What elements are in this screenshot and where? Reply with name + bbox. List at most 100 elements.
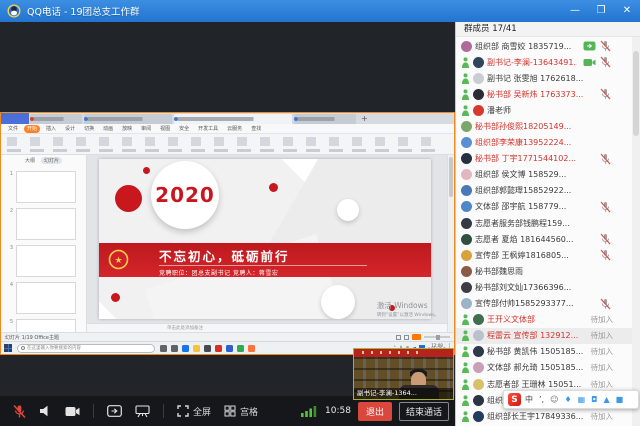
member-name: 组织部 侯文博 158529... (475, 169, 566, 180)
wps-ribbon-icons[interactable] (1, 134, 454, 155)
doc-tab-1[interactable] (84, 114, 172, 124)
member-row[interactable]: 秘书部孙俊熙18205149... (456, 118, 640, 134)
doc-tab-active[interactable] (174, 114, 292, 124)
member-row[interactable]: 组织部 商雪姣 1835719... (456, 38, 640, 54)
members-scrollbar[interactable] (632, 37, 640, 426)
sogou-ime-bar[interactable]: S 中 ’, ☺ ♦ ▦ ◘ ▲ ■ (503, 390, 639, 409)
notes-bar[interactable]: 单击此处添加备注 (87, 323, 447, 332)
ime-keyboard-icon[interactable]: ▦ (578, 393, 586, 406)
ribbon-tab[interactable]: 审阅 (138, 125, 154, 133)
wps-menu-button[interactable] (1, 113, 29, 124)
new-doc-tab-button[interactable]: + (361, 113, 368, 124)
maximize-button[interactable]: ❐ (588, 0, 614, 22)
firefox-icon[interactable] (248, 345, 255, 352)
ribbon-tab[interactable]: 放映 (119, 125, 135, 133)
view-normal-icon[interactable] (396, 335, 401, 340)
member-row[interactable]: 文体部 邵宇航 158779... (456, 199, 640, 215)
speaker-button[interactable] (40, 405, 52, 417)
member-row[interactable]: 秘书部 吴新炜 1763373... (456, 86, 640, 102)
ribbon-tab[interactable]: 设计 (62, 125, 78, 133)
search-icon (21, 346, 25, 350)
current-slide[interactable]: 2020 ★ 不忘初心，砥砺前行 竞聘职位：团总支副书记 竞聘人：蒋雪宏 (99, 159, 431, 319)
slide-thumbnail[interactable] (16, 319, 76, 332)
member-name: 志愿者 夏焰 181644560... (475, 234, 574, 245)
ribbon-tab[interactable]: 动画 (100, 125, 116, 133)
grid-view-button[interactable]: 宫格 (224, 405, 258, 418)
whiteboard-button[interactable] (135, 405, 150, 418)
fullscreen-button[interactable]: 全屏 (177, 405, 211, 418)
ime-skin-icon[interactable]: ▲ (604, 393, 610, 406)
slide-thumbnail[interactable] (16, 282, 76, 314)
member-row[interactable]: 副书记-李澜-13643491... (456, 54, 640, 70)
ribbon-tab[interactable]: 云服务 (224, 125, 245, 133)
sogou-logo-icon[interactable]: S (508, 393, 521, 406)
member-row[interactable]: 志愿者服务部钱鹏程159... (456, 215, 640, 231)
slide-counter: 幻灯片 1/19 Office主题 (5, 334, 59, 341)
member-row[interactable]: 宣传部付帅1585293377... (456, 296, 640, 312)
member-row[interactable]: 组织部郭懿璻15852922... (456, 183, 640, 199)
member-name: 秘书部 黄凯伟 1505185... (487, 346, 583, 357)
member-row[interactable]: 组织部长王宇17849336... 待加入 (456, 408, 640, 424)
doc-tab-docer[interactable] (30, 114, 82, 124)
ime-mic-icon[interactable]: ♦ (564, 393, 571, 406)
mail-icon[interactable] (226, 345, 233, 352)
screen-share-button[interactable] (107, 405, 122, 417)
person-status-icon (461, 89, 470, 100)
view-sorter-icon[interactable] (404, 335, 409, 340)
member-row[interactable]: 组织部 侯文博 158529... (456, 167, 640, 183)
ribbon-tab[interactable]: 插入 (43, 125, 59, 133)
member-name: 志愿者部 王珊林 15051... (487, 379, 581, 390)
slide-thumbnail[interactable] (16, 208, 76, 240)
tab-outline[interactable]: 大纲 (25, 157, 35, 164)
ribbon-tab[interactable]: 安全 (176, 125, 192, 133)
file-explorer-icon[interactable] (193, 345, 200, 352)
person-status-icon (461, 105, 470, 116)
ribbon-tab[interactable]: 开发工具 (195, 125, 221, 133)
task-view-icon[interactable] (171, 345, 178, 352)
member-row[interactable]: 秘书部魏思雨 (456, 263, 640, 279)
member-row[interactable]: 文体部 郝允琦 1505185... 待加入 (456, 360, 640, 376)
slide-thumbnail[interactable] (16, 171, 76, 203)
wechat-icon[interactable] (237, 345, 244, 352)
member-row[interactable]: 秘书部刘文灿17366396... (456, 279, 640, 295)
photos-icon[interactable] (215, 345, 222, 352)
camera-button[interactable] (65, 406, 80, 417)
zoom-slider[interactable] (424, 336, 450, 338)
close-button[interactable]: ✕ (614, 0, 640, 22)
ime-punctuation[interactable]: ’, (539, 393, 544, 406)
member-row[interactable]: 组织部李荣康13952224... (456, 135, 640, 151)
member-row[interactable]: 程雷云 宣传部 132912... 待加入 (456, 328, 640, 344)
ribbon-tab[interactable]: 开始 (24, 125, 40, 133)
start-button[interactable] (4, 344, 12, 352)
member-row[interactable]: 王开义文体部 待加入 (456, 312, 640, 328)
mic-muted-button[interactable] (12, 404, 27, 419)
tab-slides[interactable]: 幻灯片 (41, 157, 62, 164)
ime-emoji-icon[interactable]: ☺ (550, 393, 558, 406)
ribbon-tab[interactable]: 文件 (5, 125, 21, 133)
edge-icon[interactable] (182, 345, 189, 352)
member-row[interactable]: 潘老师 (456, 102, 640, 118)
ribbon-tab[interactable]: 查找 (248, 125, 264, 133)
doc-tab-2[interactable] (294, 114, 356, 124)
speaker-video-thumbnail[interactable]: 副书记-李澜-1364... (353, 348, 454, 400)
ime-mode-chinese[interactable]: 中 (525, 393, 533, 406)
exit-button[interactable]: 退出 (358, 402, 392, 421)
member-row[interactable]: 志愿者 夏焰 181644560... (456, 231, 640, 247)
taskbar-search-input[interactable]: 在这里输入你要搜索的内容 (17, 344, 155, 353)
member-row[interactable]: 秘书部 丁宇1771544102... (456, 151, 640, 167)
slideshow-play-button[interactable] (412, 334, 421, 340)
canvas-scrollbar[interactable] (447, 155, 454, 332)
settings-gear-icon[interactable] (160, 345, 167, 352)
minimize-button[interactable]: — (562, 0, 588, 22)
ribbon-tab[interactable]: 切换 (81, 125, 97, 133)
ime-toolbox-icon[interactable]: ■ (616, 393, 624, 406)
ime-person-icon[interactable]: ◘ (591, 393, 597, 406)
ribbon-tab[interactable]: 视图 (157, 125, 173, 133)
store-icon[interactable] (204, 345, 211, 352)
red-circle-decoration (115, 185, 142, 212)
member-row[interactable]: 秘书部 黄凯伟 1505185... 待加入 (456, 344, 640, 360)
slide-thumbnail[interactable] (16, 245, 76, 277)
end-call-button[interactable]: 结束通话 (399, 402, 449, 421)
member-row[interactable]: 副书记 张雯旭 1762618... (456, 70, 640, 86)
member-row[interactable]: 宣传部 王枫婷1816805... (456, 247, 640, 263)
